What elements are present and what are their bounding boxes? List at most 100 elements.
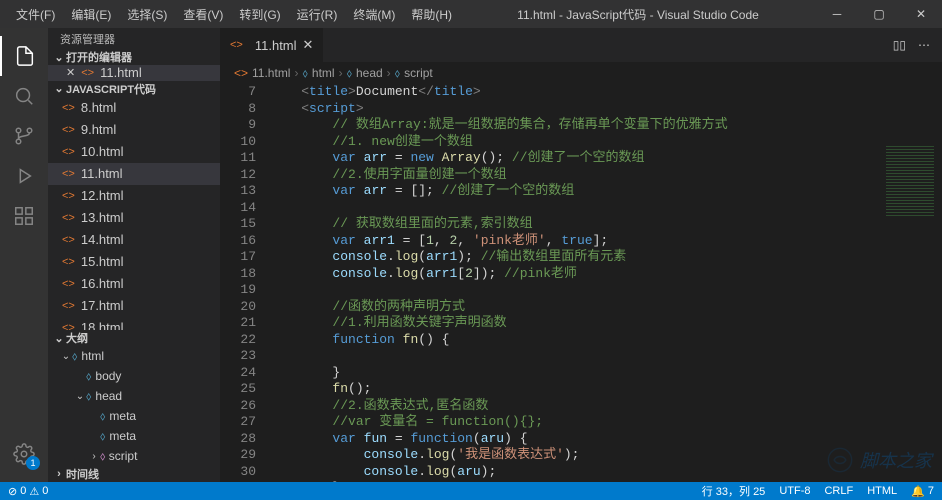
tab-11html[interactable]: <> 11.html ✕ xyxy=(220,28,324,62)
file-label: 8.html xyxy=(81,100,116,115)
window-close[interactable]: ✕ xyxy=(900,0,942,28)
code-editor[interactable]: 7891011121314151617181920212223242526272… xyxy=(220,84,942,482)
activity-extensions[interactable] xyxy=(0,196,48,236)
chevron-right-icon: › xyxy=(88,451,100,462)
file-label: 15.html xyxy=(81,254,124,269)
outline-script[interactable]: ›⬨ script xyxy=(48,446,220,466)
minimap[interactable] xyxy=(882,140,942,482)
activity-settings[interactable]: 1 xyxy=(0,434,48,474)
section-folder[interactable]: ⌄ JAVASCRIPT代码 xyxy=(48,81,220,97)
section-outline[interactable]: ⌄ 大纲 xyxy=(48,330,220,346)
breadcrumb-head[interactable]: head xyxy=(356,66,383,80)
status-eol[interactable]: CRLF xyxy=(824,483,853,499)
activitybar: 1 xyxy=(0,28,48,482)
timeline-label: 时间线 xyxy=(66,466,99,482)
file-item[interactable]: <>12.html xyxy=(48,185,220,207)
split-editor-icon[interactable]: ▯▯ xyxy=(893,38,906,52)
file-label: 18.html xyxy=(81,320,124,330)
window-title: 11.html - JavaScript代码 - Visual Studio C… xyxy=(460,6,816,23)
chevron-down-icon: ⌄ xyxy=(52,332,66,345)
breadcrumb-file[interactable]: 11.html xyxy=(252,66,290,80)
open-editor-item[interactable]: ✕ <> 11.html xyxy=(48,65,220,81)
search-icon xyxy=(13,85,35,107)
file-item[interactable]: <> 8.html xyxy=(48,97,220,119)
html-file-icon: <> xyxy=(62,102,75,114)
outline-meta[interactable]: ⬨meta xyxy=(48,406,220,426)
html-file-icon: <> xyxy=(230,39,243,51)
code-content[interactable]: <title>Document</title> <script> // 数组Ar… xyxy=(270,84,942,482)
file-item[interactable]: <>17.html xyxy=(48,295,220,317)
breadcrumb-html[interactable]: html xyxy=(312,66,335,80)
file-item[interactable]: <> 13.html xyxy=(48,207,220,229)
outline-html[interactable]: ⌄⬨html xyxy=(48,346,220,366)
open-editors-label: 打开的编辑器 xyxy=(66,49,132,65)
close-icon[interactable]: ✕ xyxy=(303,37,314,53)
window-minimize[interactable]: ─ xyxy=(816,0,858,28)
file-item[interactable]: <>15.html xyxy=(48,251,220,273)
line-numbers: 7891011121314151617181920212223242526272… xyxy=(220,84,270,482)
status-notifications[interactable]: 🔔7 xyxy=(911,483,934,499)
html-file-icon: <> xyxy=(62,190,75,202)
file-item[interactable]: <>18.html xyxy=(48,317,220,330)
tag-icon: ⬨ xyxy=(302,66,307,81)
file-list: <>8.html<>9.html<>10.html<>11.html<>12.h… xyxy=(48,97,220,330)
menu-run[interactable]: 运行(R) xyxy=(289,2,346,27)
breadcrumbs[interactable]: <> 11.html › ⬨ html › ⬨ head › ⬨ script xyxy=(220,62,942,84)
activity-debug[interactable] xyxy=(0,156,48,196)
status-problems[interactable]: ⊘0 ⚠0 xyxy=(8,485,48,498)
menu-file[interactable]: 文件(F) xyxy=(8,2,63,27)
settings-badge: 1 xyxy=(26,456,40,470)
menu-go[interactable]: 转到(G) xyxy=(231,2,288,27)
activity-source-control[interactable] xyxy=(0,116,48,156)
file-item[interactable]: <>11.html xyxy=(48,163,220,185)
outline-body[interactable]: ⬨body xyxy=(48,366,220,386)
file-item[interactable]: <>16.html xyxy=(48,273,220,295)
sidebar-title: 资源管理器 xyxy=(48,28,220,49)
file-item[interactable]: <>10.html xyxy=(48,141,220,163)
chevron-right-icon: › xyxy=(387,66,391,80)
outline-head[interactable]: ⌄⬨head xyxy=(48,386,220,406)
tag-icon: ⬨ xyxy=(100,429,105,444)
file-label: 10.html xyxy=(81,144,124,159)
html-file-icon: <> xyxy=(62,300,75,312)
file-item[interactable]: <>14.html xyxy=(48,229,220,251)
folder-label: JAVASCRIPT代码 xyxy=(66,81,156,97)
chevron-right-icon: › xyxy=(339,66,343,80)
outline-meta[interactable]: ⬨meta xyxy=(48,426,220,446)
menu-edit[interactable]: 编辑(E) xyxy=(63,2,119,27)
section-open-editors[interactable]: ⌄ 打开的编辑器 xyxy=(48,49,220,65)
status-language[interactable]: HTML xyxy=(867,483,897,499)
menu-help[interactable]: 帮助(H) xyxy=(403,2,460,27)
file-label: 9.html xyxy=(81,122,116,137)
sidebar: 资源管理器 ⌄ 打开的编辑器 ✕ <> 11.html ⌄ JAVASCRIPT… xyxy=(48,28,220,482)
debug-icon xyxy=(13,165,35,187)
tag-icon: ⬨ xyxy=(72,349,77,364)
tabs: <> 11.html ✕ ▯▯ ⋯ xyxy=(220,28,942,62)
tag-icon: ⬨ xyxy=(100,409,105,424)
activity-search[interactable] xyxy=(0,76,48,116)
status-encoding[interactable]: UTF-8 xyxy=(779,483,810,499)
chevron-right-icon: › xyxy=(294,66,298,80)
html-file-icon: <> xyxy=(62,234,75,246)
titlebar: 文件(F) 编辑(E) 选择(S) 查看(V) 转到(G) 运行(R) 终端(M… xyxy=(0,0,942,28)
section-timeline[interactable]: › 时间线 xyxy=(48,466,220,482)
file-item[interactable]: <>9.html xyxy=(48,119,220,141)
outline-tree: ⌄⬨html ⬨body ⌄⬨head ⬨meta ⬨meta ›⬨ scrip… xyxy=(48,346,220,466)
breadcrumb-script[interactable]: script xyxy=(404,66,433,80)
branch-icon xyxy=(13,125,35,147)
menu-selection[interactable]: 选择(S) xyxy=(119,2,175,27)
close-icon[interactable]: ✕ xyxy=(66,66,75,79)
file-label: 13.html xyxy=(81,210,124,225)
html-file-icon: <> xyxy=(81,67,94,79)
tag-icon: ⬨ xyxy=(86,389,91,404)
activity-explorer[interactable] xyxy=(0,36,48,76)
status-cursor-position[interactable]: 行 33，列 25 xyxy=(702,483,766,499)
more-actions-icon[interactable]: ⋯ xyxy=(918,38,930,52)
window-maximize[interactable]: ▢ xyxy=(858,0,900,28)
open-editor-label: 11.html xyxy=(100,65,142,80)
files-icon xyxy=(14,45,36,67)
menubar: 文件(F) 编辑(E) 选择(S) 查看(V) 转到(G) 运行(R) 终端(M… xyxy=(0,2,460,27)
menu-view[interactable]: 查看(V) xyxy=(175,2,231,27)
menu-terminal[interactable]: 终端(M) xyxy=(345,2,403,27)
html-file-icon: <> xyxy=(62,212,75,224)
